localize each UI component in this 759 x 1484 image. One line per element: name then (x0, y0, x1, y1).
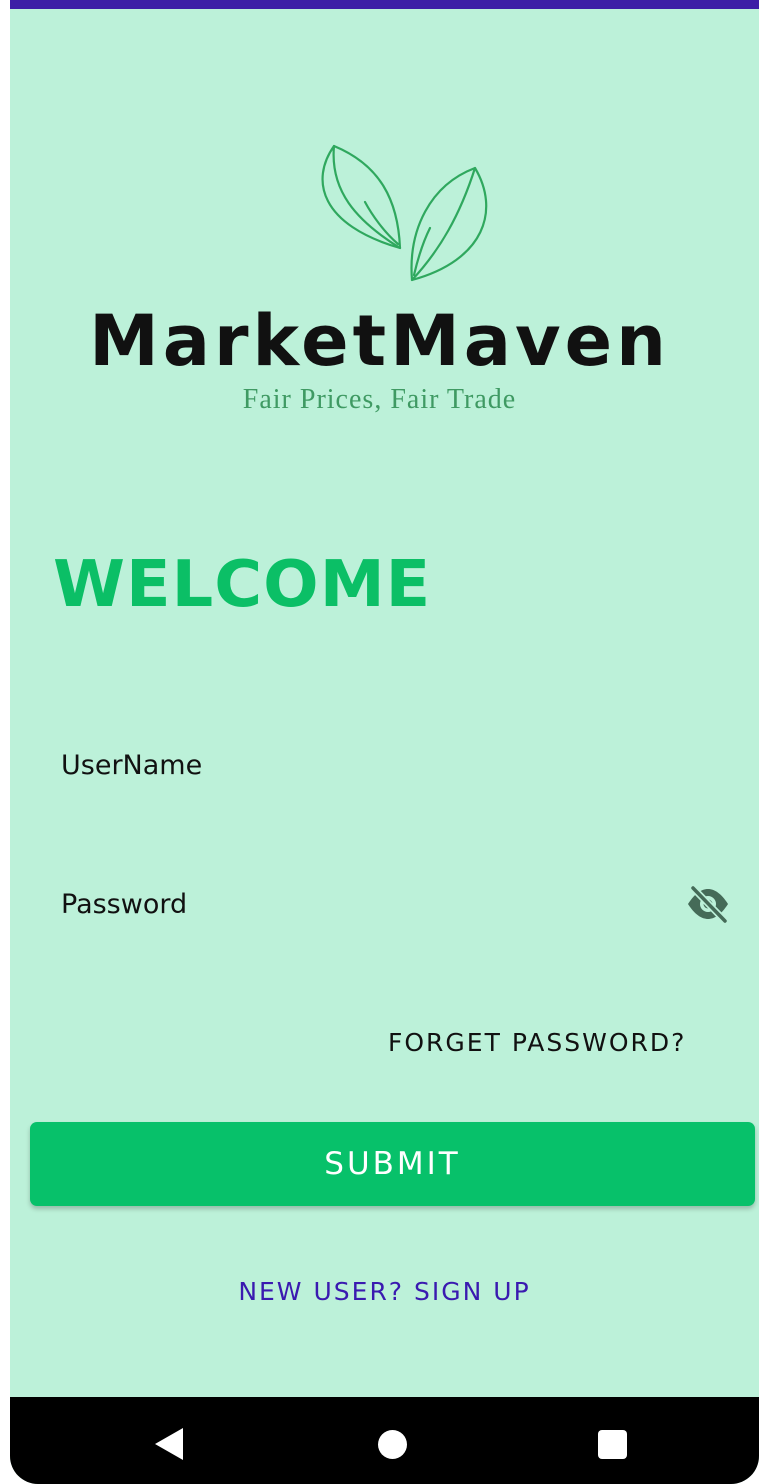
leaves-logo-icon (321, 144, 488, 282)
password-input[interactable] (61, 854, 681, 954)
submit-button[interactable]: SUBMIT (30, 1122, 755, 1206)
status-bar-line (10, 0, 759, 9)
recents-square-icon[interactable] (598, 1430, 627, 1459)
back-triangle-icon[interactable] (155, 1428, 183, 1460)
username-field (30, 715, 740, 815)
navigation-bar (10, 1397, 759, 1484)
login-screen: MarketMaven Fair Prices, Fair Trade WELC… (10, 0, 759, 1484)
forget-password-link[interactable]: FORGET PASSWORD? (388, 1028, 686, 1057)
username-input[interactable] (61, 715, 681, 815)
signup-link[interactable]: NEW USER? SIGN UP (10, 1277, 759, 1306)
app-tagline: Fair Prices, Fair Trade (242, 384, 517, 415)
welcome-heading: WELCOME (53, 548, 432, 622)
home-circle-icon[interactable] (378, 1430, 407, 1459)
password-field (30, 854, 740, 954)
eye-off-icon[interactable] (685, 884, 731, 924)
app-name: MarketMaven (89, 300, 670, 382)
